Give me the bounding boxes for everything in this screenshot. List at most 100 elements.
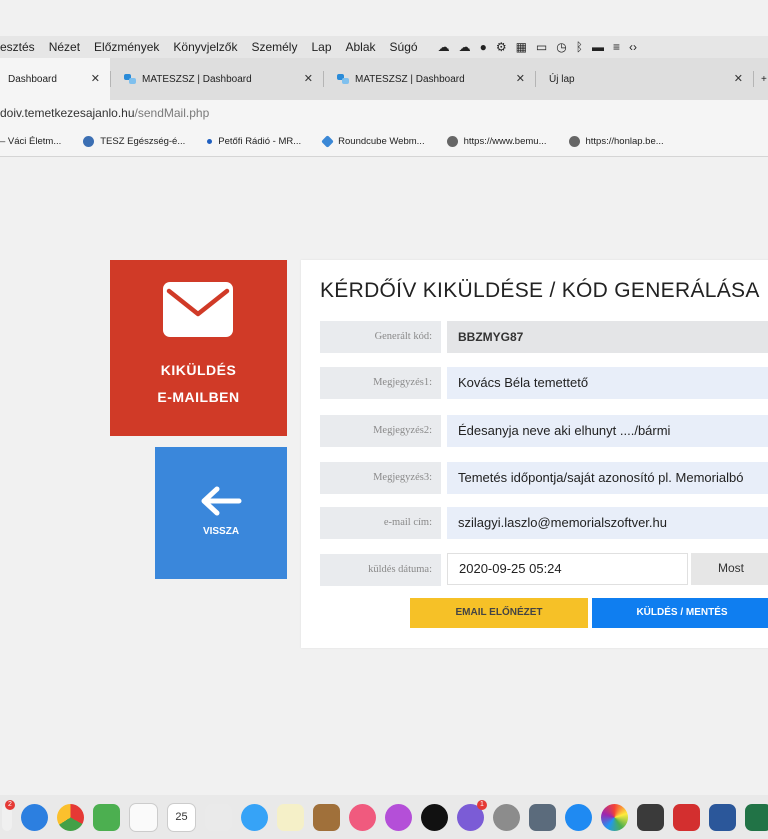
bookmark-item[interactable]: – Váci Életm... [0, 136, 61, 147]
menu-item-bookmarks[interactable]: Könyvjelzők [173, 40, 237, 54]
menu-item-tab[interactable]: Lap [311, 40, 331, 54]
system-preferences-icon[interactable] [493, 803, 520, 831]
form-panel [301, 260, 768, 648]
book-icon[interactable] [313, 803, 340, 831]
safari-icon[interactable] [21, 803, 48, 831]
music-icon[interactable] [349, 803, 376, 831]
cloud-icon[interactable]: ☁ [438, 40, 450, 54]
flag-icon[interactable]: ≡ [613, 40, 620, 54]
close-icon[interactable]: ✕ [304, 72, 313, 85]
menu-item-help[interactable]: Súgó [390, 40, 418, 54]
messages-icon[interactable] [241, 803, 268, 831]
tab-new[interactable]: Új lap ✕ [535, 58, 753, 100]
menu-item-people[interactable]: Személy [251, 40, 297, 54]
close-icon[interactable]: ✕ [734, 72, 743, 85]
excel-icon[interactable] [745, 803, 768, 831]
send-date-label: küldés dátuma: [320, 554, 441, 586]
tab-dashboard[interactable]: Dashboard ✕ [0, 58, 110, 100]
calendar-icon[interactable]: 25 [167, 802, 196, 832]
close-icon[interactable]: ✕ [91, 72, 100, 85]
note3-input[interactable]: Temetés időpontja/saját azonosító pl. Me… [447, 462, 768, 494]
send-save-button[interactable]: KÜLDÉS / MENTÉS [592, 598, 768, 628]
podcasts-icon[interactable] [385, 803, 412, 831]
send-email-line2: E-MAILBEN [157, 389, 240, 405]
note1-input[interactable]: Kovács Béla temettető [447, 367, 768, 399]
favicon-icon [124, 74, 136, 84]
note2-label: Megjegyzés2: [320, 415, 441, 447]
terminal-icon[interactable] [637, 803, 664, 831]
tab-label: Új lap [549, 73, 575, 85]
bookmark-label: Roundcube Webm... [338, 135, 425, 147]
plus-icon[interactable]: + [761, 74, 767, 85]
tab-strip: Dashboard ✕ MATESZSZ | Dashboard ✕ MATES… [0, 58, 768, 100]
bookmark-item[interactable]: Roundcube Webm... [321, 134, 425, 148]
airplay-icon[interactable]: ▭ [536, 40, 547, 54]
acrobat-icon[interactable] [673, 803, 700, 831]
notes-icon[interactable] [129, 802, 158, 832]
menu-item-window[interactable]: Ablak [346, 40, 376, 54]
memory-icon[interactable]: ▦ [516, 40, 527, 54]
generated-code-field: BBZMYG87 [447, 321, 768, 353]
bookmark-label: Petőfi Rádió - MR... [218, 135, 302, 147]
menu-item-history[interactable]: Előzmények [94, 40, 159, 54]
settings-icon[interactable]: ⚙ [496, 40, 507, 54]
note1-label: Megjegyzés1: [320, 367, 441, 399]
url-path: /sendMail.php [134, 106, 210, 120]
menu-bar: esztés Nézet Előzmények Könyvjelzők Szem… [0, 36, 768, 58]
address-bar[interactable]: doiv.temetkezesajanlo.hu/sendMail.php [0, 100, 768, 126]
note2-input[interactable]: Édesanyja neve aki elhunyt ..../bármi [447, 415, 768, 447]
finder-icon[interactable]: 2 [2, 799, 15, 831]
menu-item-edit[interactable]: esztés [0, 40, 35, 54]
bookmark-item[interactable]: https://www.bemu... [446, 135, 547, 147]
globe-icon [568, 135, 580, 147]
url-host: doiv.temetkezesajanlo.hu [0, 106, 135, 120]
app-store-icon[interactable] [565, 803, 592, 831]
envelope-icon [163, 282, 233, 337]
tab-label: MATESZSZ | Dashboard [142, 73, 252, 85]
code-icon[interactable]: ‹› [629, 40, 637, 54]
send-date-input[interactable]: 2020-09-25 05:24 [447, 553, 688, 585]
generated-code-label: Generált kód: [320, 321, 441, 353]
favicon-icon [337, 74, 349, 84]
bluetooth-icon[interactable]: ᛒ [576, 40, 583, 54]
help-icon[interactable] [205, 803, 232, 831]
word-icon[interactable] [709, 803, 736, 831]
viber-icon[interactable]: 1 [457, 799, 487, 831]
globe-icon [446, 135, 458, 147]
tab-label: Dashboard [8, 73, 57, 85]
skype-icon[interactable]: ● [480, 40, 487, 54]
photos-icon[interactable] [601, 803, 628, 831]
bookmark-item[interactable]: TESZ Egészség-é... [83, 135, 186, 147]
facetime-icon[interactable] [93, 803, 120, 831]
bookmarks-bar: – Váci Életm... TESZ Egészség-é... Petőf… [0, 126, 768, 157]
dot-icon [207, 138, 213, 144]
stickies-icon[interactable] [277, 803, 304, 831]
status-tray: ☁ ☁ ● ⚙ ▦ ▭ ◷ ᛒ ▬ ≡ ‹› [438, 40, 637, 54]
now-button[interactable]: Most [691, 553, 768, 585]
chrome-icon[interactable] [57, 803, 84, 831]
tab-mateszsz-1[interactable]: MATESZSZ | Dashboard ✕ [110, 58, 323, 100]
email-input[interactable]: szilagyi.laszlo@memorialszoftver.hu [447, 507, 768, 539]
email-preview-button[interactable]: EMAIL ELŐNÉZET [410, 598, 588, 628]
send-email-line1: KIKÜLDÉS [160, 362, 237, 378]
close-icon[interactable]: ✕ [516, 72, 525, 85]
bookmark-item[interactable]: Petőfi Rádió - MR... [207, 136, 301, 147]
email-label: e-mail cím: [320, 507, 441, 539]
tab-mateszsz-2[interactable]: MATESZSZ | Dashboard ✕ [323, 58, 535, 100]
menu-item-view[interactable]: Nézet [49, 40, 80, 54]
send-email-label: KIKÜLDÉS E-MAILBEN [110, 357, 287, 411]
tv-icon[interactable] [421, 803, 448, 831]
launchpad-icon[interactable] [529, 803, 556, 831]
dock: 2 25 1 [0, 795, 768, 839]
tab-label: MATESZSZ | Dashboard [355, 73, 465, 85]
roundcube-icon [321, 134, 335, 148]
new-tab-button[interactable]: + [753, 58, 768, 100]
battery-icon[interactable]: ▬ [592, 40, 604, 54]
arrow-left-icon [201, 486, 242, 516]
time-machine-icon[interactable]: ◷ [556, 40, 566, 54]
bookmark-item[interactable]: https://honlap.be... [568, 135, 664, 147]
page-title: KÉRDŐÍV KIKÜLDÉSE / KÓD GENERÁLÁSA [320, 279, 760, 302]
bookmark-label: TESZ Egészség-é... [100, 135, 186, 147]
bookmark-label: https://honlap.be... [585, 135, 664, 147]
cloud-icon[interactable]: ☁ [459, 40, 471, 54]
